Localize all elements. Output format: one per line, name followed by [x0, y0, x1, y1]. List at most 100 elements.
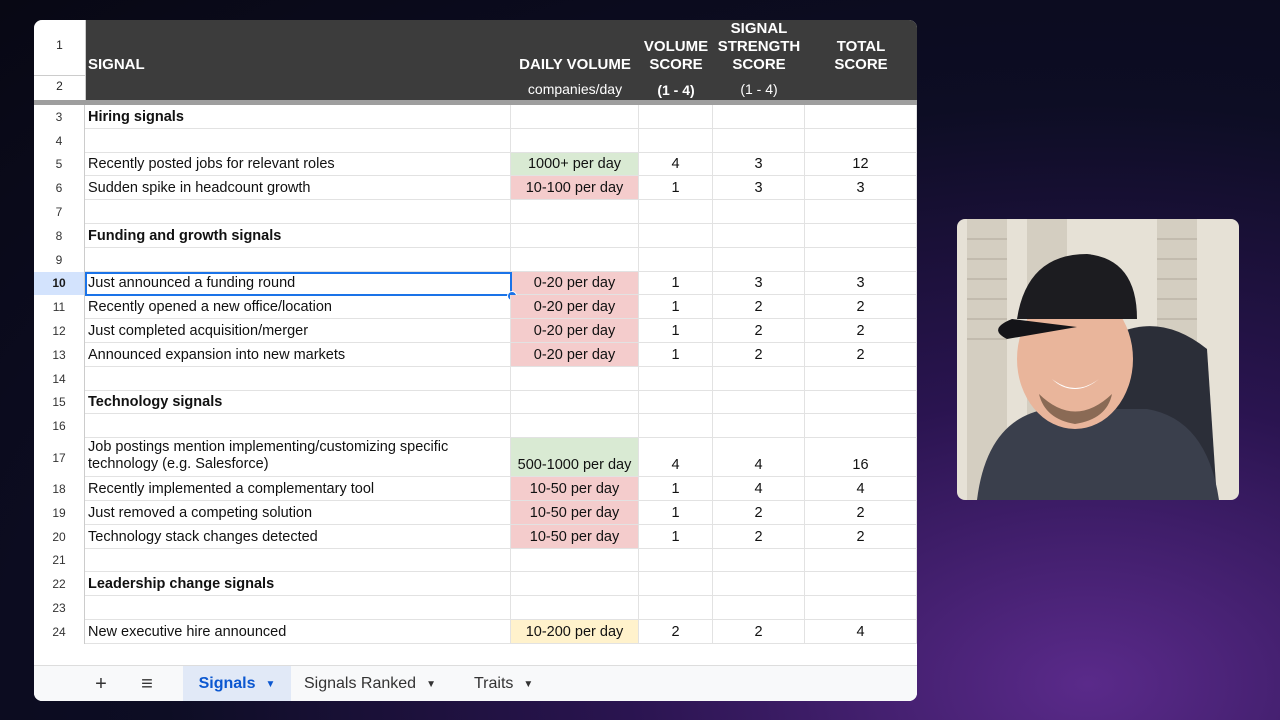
row-number[interactable]: 24 — [34, 620, 85, 644]
signal-strength-cell[interactable] — [713, 572, 805, 597]
row-number[interactable]: 8 — [34, 224, 85, 248]
volume-score-subheader[interactable]: (1 - 4) — [639, 81, 713, 99]
daily-volume-cell[interactable]: 0-20 per day — [511, 343, 639, 367]
signal-strength-cell[interactable] — [713, 366, 805, 391]
signal-strength-cell[interactable]: 2 — [713, 319, 805, 343]
volume-score-cell[interactable]: 4 — [639, 438, 713, 478]
volume-score-cell[interactable] — [639, 572, 713, 597]
row-number[interactable]: 21 — [34, 548, 85, 573]
volume-score-cell[interactable] — [639, 414, 713, 439]
tab-signals-ranked[interactable]: Signals Ranked ▼ — [304, 666, 436, 701]
signal-cell[interactable]: Technology stack changes detected — [85, 524, 511, 549]
signal-strength-cell[interactable] — [713, 105, 805, 129]
row-number[interactable]: 6 — [34, 176, 85, 201]
row-number[interactable]: 5 — [34, 152, 85, 177]
total-score-cell[interactable] — [805, 414, 917, 439]
row-number[interactable]: 12 — [34, 319, 85, 343]
signal-cell[interactable]: Recently implemented a complementary too… — [85, 477, 511, 501]
signal-strength-header[interactable]: SIGNAL STRENGTH SCORE — [713, 20, 805, 74]
signal-cell[interactable]: Sudden spike in headcount growth — [85, 176, 511, 201]
total-score-cell[interactable]: 2 — [805, 343, 917, 367]
daily-volume-cell[interactable]: 10-200 per day — [511, 620, 639, 644]
volume-score-cell[interactable] — [639, 548, 713, 573]
total-score-cell[interactable] — [805, 128, 917, 153]
daily-volume-subheader[interactable]: companies/day — [511, 81, 639, 97]
signal-strength-cell[interactable]: 2 — [713, 524, 805, 549]
signal-strength-cell[interactable] — [713, 128, 805, 153]
row-number[interactable]: 1 — [34, 38, 85, 52]
total-score-cell[interactable] — [805, 224, 917, 248]
signal-cell[interactable]: Leadership change signals — [85, 572, 511, 597]
signal-cell[interactable]: Technology signals — [85, 390, 511, 415]
daily-volume-cell[interactable]: 10-100 per day — [511, 176, 639, 201]
row-number[interactable]: 20 — [34, 524, 85, 549]
signal-cell[interactable]: Recently posted jobs for relevant roles — [85, 152, 511, 177]
signal-strength-cell[interactable]: 2 — [713, 501, 805, 525]
total-score-cell[interactable]: 2 — [805, 319, 917, 343]
row-number[interactable]: 18 — [34, 477, 85, 501]
row-number[interactable]: 13 — [34, 343, 85, 367]
volume-score-cell[interactable]: 1 — [639, 176, 713, 201]
row-number[interactable]: 15 — [34, 390, 85, 415]
row-number[interactable]: 3 — [34, 105, 85, 129]
daily-volume-cell[interactable] — [511, 548, 639, 573]
total-score-cell[interactable] — [805, 390, 917, 415]
volume-score-cell[interactable]: 1 — [639, 319, 713, 343]
row-number[interactable]: 7 — [34, 200, 85, 224]
row-number[interactable]: 17 — [34, 438, 85, 478]
signal-strength-subheader[interactable]: (1 - 4) — [713, 81, 805, 97]
daily-volume-cell[interactable] — [511, 596, 639, 620]
signal-strength-cell[interactable]: 2 — [713, 620, 805, 644]
volume-score-cell[interactable] — [639, 200, 713, 224]
tab-signals[interactable]: Signals ▼ — [183, 666, 291, 701]
signal-cell[interactable]: Hiring signals — [85, 105, 511, 129]
total-score-cell[interactable]: 2 — [805, 524, 917, 549]
signal-cell[interactable] — [85, 548, 511, 573]
signal-strength-cell[interactable] — [713, 548, 805, 573]
volume-score-cell[interactable]: 1 — [639, 295, 713, 320]
total-score-cell[interactable]: 4 — [805, 620, 917, 644]
total-score-cell[interactable]: 2 — [805, 295, 917, 320]
signal-strength-cell[interactable]: 3 — [713, 271, 805, 296]
signal-cell[interactable]: Just announced a funding round — [85, 271, 511, 296]
add-sheet-icon[interactable]: + — [86, 666, 116, 701]
row-number[interactable]: 14 — [34, 366, 85, 391]
signal-strength-cell[interactable]: 3 — [713, 152, 805, 177]
volume-score-cell[interactable] — [639, 247, 713, 272]
signal-strength-cell[interactable] — [713, 200, 805, 224]
volume-score-cell[interactable]: 1 — [639, 477, 713, 501]
signal-cell[interactable] — [85, 200, 511, 224]
volume-score-header[interactable]: VOLUME SCORE — [639, 38, 713, 74]
daily-volume-cell[interactable]: 0-20 per day — [511, 319, 639, 343]
total-score-cell[interactable]: 3 — [805, 176, 917, 201]
daily-volume-cell[interactable]: 1000+ per day — [511, 152, 639, 177]
signal-strength-cell[interactable]: 3 — [713, 176, 805, 201]
volume-score-cell[interactable]: 1 — [639, 501, 713, 525]
signal-cell[interactable]: Recently opened a new office/location — [85, 295, 511, 320]
row-number[interactable]: 10 — [34, 271, 85, 296]
all-sheets-menu-icon[interactable]: ≡ — [132, 666, 162, 701]
tab-traits[interactable]: Traits ▼ — [474, 666, 533, 701]
row-number[interactable]: 9 — [34, 247, 85, 272]
signal-strength-cell[interactable] — [713, 414, 805, 439]
daily-volume-cell[interactable]: 0-20 per day — [511, 295, 639, 320]
signal-cell[interactable]: Funding and growth signals — [85, 224, 511, 248]
row-number[interactable]: 19 — [34, 501, 85, 525]
daily-volume-cell[interactable]: 500-1000 per day — [511, 438, 639, 478]
total-score-cell[interactable] — [805, 366, 917, 391]
signal-strength-cell[interactable]: 2 — [713, 295, 805, 320]
row-number[interactable]: 2 — [34, 79, 85, 93]
signal-strength-cell[interactable]: 2 — [713, 343, 805, 367]
total-score-cell[interactable] — [805, 200, 917, 224]
chevron-down-icon[interactable]: ▼ — [426, 679, 436, 690]
signal-cell[interactable]: Announced expansion into new markets — [85, 343, 511, 367]
volume-score-cell[interactable] — [639, 128, 713, 153]
volume-score-cell[interactable]: 2 — [639, 620, 713, 644]
daily-volume-cell[interactable] — [511, 105, 639, 129]
volume-score-cell[interactable]: 1 — [639, 271, 713, 296]
daily-volume-cell[interactable] — [511, 128, 639, 153]
total-score-cell[interactable]: 3 — [805, 271, 917, 296]
row-number[interactable]: 4 — [34, 128, 85, 153]
signal-strength-cell[interactable] — [713, 247, 805, 272]
volume-score-cell[interactable]: 1 — [639, 343, 713, 367]
